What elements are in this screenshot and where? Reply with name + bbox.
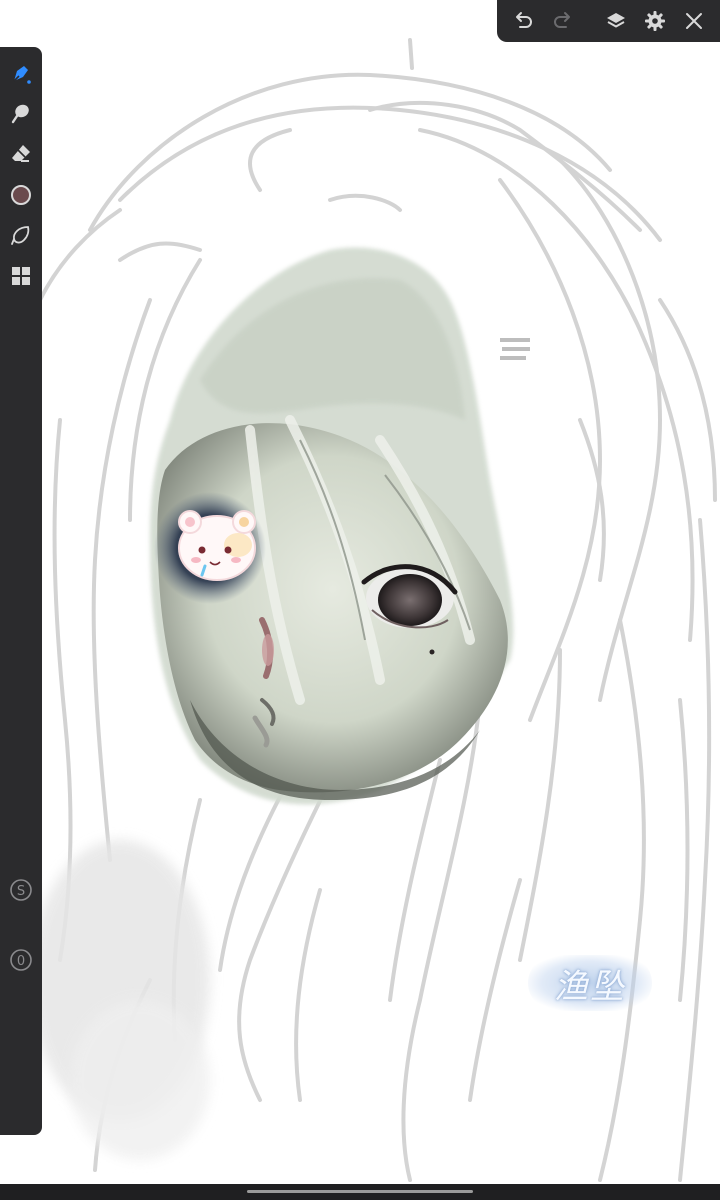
eraser-icon [12,145,30,162]
brush-icon [13,66,31,84]
smudge-icon [11,104,29,124]
brush-size-slider[interactable]: S [0,872,42,908]
brush-opacity-slider[interactable]: 0 [0,942,42,978]
bear-sticker [178,510,256,581]
layers-button[interactable] [601,6,631,36]
undo-icon [516,12,532,28]
close-button[interactable] [679,6,709,36]
home-indicator[interactable] [247,1190,473,1193]
undo-button[interactable] [508,6,538,36]
left-toolbar: S 0 [0,47,42,1135]
lasso-icon [11,226,30,245]
redo-icon [554,12,570,28]
layers-icon [607,13,625,28]
color-swatch-icon [11,185,31,205]
gallery-grid-icon [12,267,30,285]
eraser-tool-button[interactable] [0,136,42,172]
system-navigation-bar [0,1184,720,1200]
top-toolbar [497,0,720,42]
artist-signature: 渔坠 [528,955,652,1011]
color-picker-button[interactable] [0,177,42,213]
gallery-button[interactable] [0,258,42,294]
opacity-label: 0 [17,954,25,969]
lasso-tool-button[interactable] [0,217,42,253]
smudge-tool-button[interactable] [0,96,42,132]
opacity-indicator-icon: 0 [10,949,32,971]
redo-button[interactable] [548,6,578,36]
brush-tool-button[interactable] [0,56,42,92]
settings-button[interactable] [640,6,670,36]
size-indicator-icon: S [10,879,32,901]
close-icon [686,13,702,29]
settings-icon [645,11,665,31]
drawing-canvas[interactable]: 渔坠 [0,0,720,1184]
size-label: S [17,884,25,899]
